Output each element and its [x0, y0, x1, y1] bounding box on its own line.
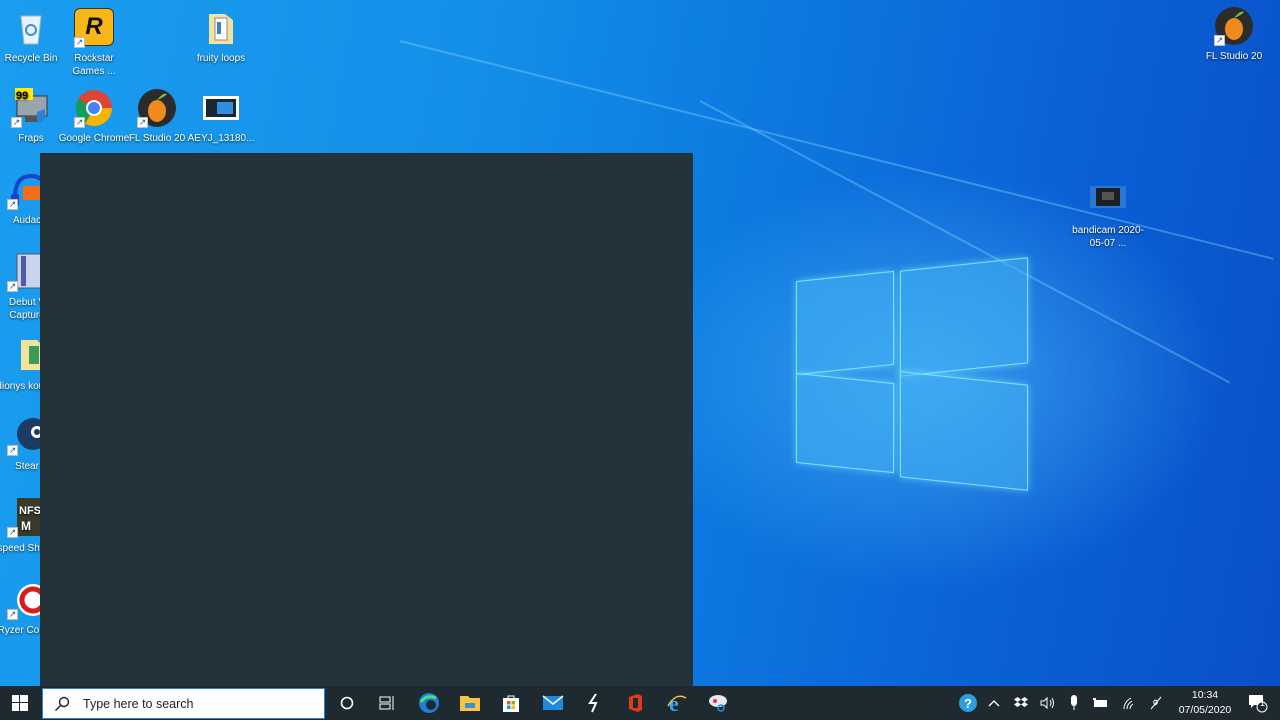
windows-logo-icon: [12, 695, 28, 711]
mail-icon: [542, 695, 564, 710]
search-input[interactable]: Type here to search: [42, 688, 325, 719]
file-explorer-icon: [460, 696, 480, 711]
start-button[interactable]: [0, 686, 40, 720]
store-icon: [503, 695, 519, 712]
fl-studio-icon: ↗: [1214, 6, 1254, 46]
svg-text:99: 99: [16, 90, 28, 102]
taskbar-office[interactable]: [615, 686, 655, 720]
desktop-icon-bandicam-video[interactable]: bandicam 2020-05-07 ...: [1071, 180, 1145, 250]
notification-icon: [1249, 695, 1268, 713]
tray-wifi[interactable]: [1118, 686, 1140, 720]
tray-volume[interactable]: [1036, 686, 1060, 720]
taskbar-bolt-app[interactable]: [574, 686, 614, 720]
dropbox-icon: [1014, 697, 1028, 707]
desktop-icon-aeyj-image[interactable]: AEYJ_13180...: [184, 88, 258, 145]
volume-icon: [1040, 696, 1054, 710]
blank-app-window[interactable]: [40, 153, 693, 686]
taskbar-mail[interactable]: [533, 686, 573, 720]
desktop-icon-fl-studio[interactable]: ↗ FL Studio 20: [120, 88, 194, 145]
pen-icon: [1150, 696, 1162, 710]
snipping-tool-icon: [709, 695, 727, 712]
notification-count: 1: [1260, 698, 1266, 708]
action-center-button[interactable]: 1: [1240, 686, 1276, 720]
folder-icon: [201, 8, 241, 48]
tray-microphone[interactable]: [1064, 686, 1084, 720]
help-icon: ?: [959, 694, 977, 712]
wifi-icon: [1123, 697, 1134, 710]
desktop: Recycle Bin R ↗ Rockstar Games ... fruit…: [0, 0, 1280, 686]
fl-studio-icon: ↗: [137, 88, 177, 128]
svg-text:?: ?: [964, 696, 972, 711]
fraps-icon: 99 ↗: [11, 88, 51, 128]
office-icon: [629, 694, 642, 712]
image-file-icon: [201, 88, 241, 128]
tray-show-hidden[interactable]: [984, 686, 1004, 720]
microphone-icon: [1071, 695, 1077, 710]
battery-icon: [1093, 698, 1107, 707]
cortana-circle-icon: [340, 696, 354, 710]
windows-wallpaper-logo: [796, 256, 1028, 492]
task-view-button[interactable]: [367, 686, 407, 720]
edge-icon: [419, 693, 439, 713]
task-view-icon: [379, 696, 394, 710]
chrome-icon: ↗: [74, 88, 114, 128]
svg-text:M: M: [21, 519, 31, 533]
desktop-icon-rockstar-games[interactable]: R ↗ Rockstar Games ...: [57, 8, 131, 78]
search-icon: [55, 696, 70, 711]
tray-battery[interactable]: [1090, 686, 1112, 720]
search-placeholder: Type here to search: [83, 696, 194, 711]
clock-time: 10:34: [1191, 689, 1219, 701]
taskbar-file-explorer[interactable]: [450, 686, 490, 720]
chevron-up-icon: [988, 700, 1000, 707]
desktop-icon-fruity-loops[interactable]: fruity loops: [184, 8, 258, 65]
recycle-bin-icon: [11, 8, 51, 48]
desktop-icon-fl-studio-right[interactable]: ↗ FL Studio 20: [1197, 6, 1271, 63]
tray-dropbox[interactable]: [1010, 686, 1032, 720]
bolt-app-icon: [588, 693, 598, 713]
taskbar-internet-explorer[interactable]: e: [657, 686, 697, 720]
taskbar-edge[interactable]: [409, 686, 449, 720]
svg-text:NFS: NFS: [19, 505, 41, 517]
rockstar-games-icon: R ↗: [74, 8, 114, 48]
tray-help[interactable]: ?: [956, 686, 980, 720]
clock-date: 07/05/2020: [1178, 704, 1232, 716]
ie-icon: e: [667, 692, 687, 714]
video-file-icon: [1088, 180, 1128, 220]
tray-pen[interactable]: [1146, 686, 1168, 720]
taskbar-store[interactable]: [491, 686, 531, 720]
taskbar: Type here to search e ? 10:34 07/05/2020…: [0, 686, 1280, 720]
taskbar-snipping-tool[interactable]: [698, 686, 738, 720]
system-clock[interactable]: 10:34 07/05/2020: [1172, 688, 1238, 718]
cortana-button[interactable]: [327, 686, 367, 720]
